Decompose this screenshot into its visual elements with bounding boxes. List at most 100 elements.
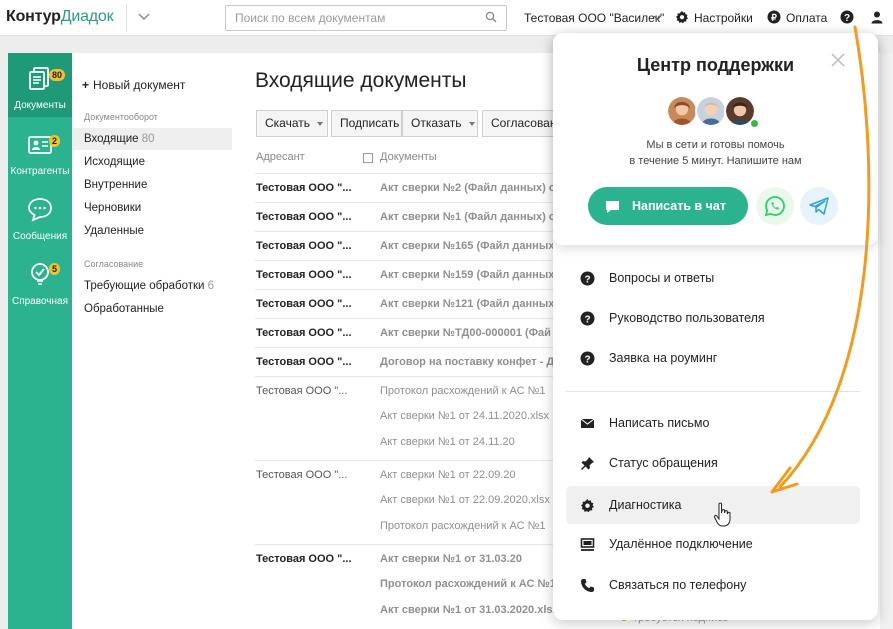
chevron-down-icon[interactable]	[653, 13, 662, 22]
app-logo[interactable]: КонтурДиадок	[6, 8, 114, 26]
payment-icon[interactable]: ₽	[767, 10, 781, 24]
monitor-icon	[580, 538, 595, 551]
scrollbar[interactable]	[880, 53, 893, 629]
question-icon: ?	[580, 271, 595, 286]
approval-button[interactable]: Согласовани	[482, 110, 562, 137]
nav-item-deleted[interactable]: Удаленные	[84, 225, 144, 237]
payment-link[interactable]: Оплата	[786, 11, 827, 25]
table-row[interactable]: Тестовая ООО "... Акт сверки №159 (Файл д…	[255, 260, 562, 289]
whatsapp-icon	[764, 196, 785, 217]
row-sender: Тестовая ООО "...	[256, 269, 352, 281]
menu-item-call[interactable]: Связаться по телефону	[566, 566, 860, 604]
nav-item-count: 80	[141, 133, 155, 145]
org-selector[interactable]: Тестовая ООО "Василек"	[524, 11, 664, 25]
caret-down-icon	[317, 121, 323, 126]
rail-item-contractors[interactable]: 2 Контрагенты	[8, 119, 72, 183]
logo-part1: Контур	[6, 8, 61, 25]
table-row[interactable]: Тестовая ООО "... Акт сверки №165 (Файл д…	[255, 231, 562, 260]
menu-item-label: Удалённое подключение	[609, 537, 753, 551]
write-to-chat-button[interactable]: Написать в чат	[588, 187, 748, 225]
rail-item-messages[interactable]: Сообщения	[8, 184, 72, 248]
rail-item-help-center[interactable]: 5 Справочная	[8, 249, 72, 313]
menu-item-label: Заявка на роуминг	[609, 351, 718, 365]
reject-button[interactable]: Отказать	[402, 110, 478, 137]
nav-item-label: Требующие обработки	[84, 280, 205, 292]
download-button[interactable]: Скачать	[256, 110, 328, 137]
table-row[interactable]: Тестовая ООО "... Акт сверки №2 (Файл дан…	[255, 173, 562, 202]
nav-item-drafts[interactable]: Черновики	[84, 202, 141, 214]
help-icon[interactable]: ?	[840, 10, 854, 24]
table-row[interactable]: Тестовая ООО "... Акт сверки №ТД00-000001…	[255, 318, 562, 347]
table-row[interactable]: Акт сверки №1 от 24.11.20	[255, 428, 562, 457]
table-row[interactable]: Акт сверки №1 от 22.09.2020.xlsx	[255, 486, 562, 515]
menu-item-remote-connection[interactable]: Удалённое подключение	[566, 525, 860, 563]
nav-item-incoming[interactable]: Входящие 80	[84, 133, 155, 145]
rail-item-documents[interactable]: 80 Документы	[8, 53, 72, 117]
menu-item-user-guide[interactable]: ? Руководство пользователя	[566, 299, 860, 337]
table-row[interactable]: Акт сверки №1 от 31.03.2020.xlsx	[255, 596, 562, 625]
column-header-documents[interactable]: Документы	[380, 151, 437, 163]
table-row[interactable]: Тестовая ООО "... Договор на поставку кон…	[255, 347, 562, 376]
settings-link[interactable]: Настройки	[694, 11, 753, 25]
table-row[interactable]: Тестовая ООО "... Акт сверки №1 от 22.09.…	[255, 460, 562, 489]
support-subtitle-line2: в течение 5 минут. Напишите нам	[629, 155, 802, 167]
nav-item-processed[interactable]: Обработанные	[84, 303, 164, 315]
row-document: Протокол расхождений к АС №1	[380, 520, 546, 532]
row-document: Акт сверки №165 (Файл данных)	[380, 240, 558, 252]
svg-text:?: ?	[584, 355, 590, 366]
logo-part2: Диадок	[60, 8, 114, 25]
menu-item-roaming[interactable]: ? Заявка на роуминг	[566, 339, 860, 377]
table-row[interactable]: Тестовая ООО "... Акт сверки №1 от 31.03.…	[255, 544, 562, 573]
table-row[interactable]: Тестовая ООО "... Протокол расхождений к …	[255, 376, 562, 405]
question-icon: ?	[580, 351, 595, 366]
folder-nav: + Новый документ Документооборот Входящие…	[72, 53, 232, 629]
row-document: Акт сверки №ТД00-000001 (Фай	[380, 327, 551, 339]
menu-item-request-status[interactable]: Статус обращения	[566, 444, 860, 482]
nav-item-internal[interactable]: Внутренние	[84, 179, 147, 191]
telegram-button[interactable]	[800, 187, 838, 225]
online-indicator	[750, 119, 759, 128]
table-row[interactable]: Акт сверки №1 от 24.11.2020.xlsx	[255, 402, 562, 431]
table-row[interactable]: Протокол расхождений к АС №1	[255, 512, 562, 541]
row-sender: Тестовая ООО "...	[256, 298, 352, 310]
nav-item-needs-processing[interactable]: Требующие обработки 6	[84, 280, 214, 292]
gear-icon[interactable]	[675, 10, 689, 24]
sign-button[interactable]: Подписать	[331, 110, 402, 137]
nav-group-approval: Согласование	[84, 259, 144, 269]
hand-cursor-icon	[713, 502, 731, 527]
close-icon[interactable]	[830, 52, 846, 68]
reject-label: Отказать	[411, 116, 462, 130]
table-row[interactable]: Тестовая ООО "... Акт сверки №1 (Файл дан…	[255, 202, 562, 231]
search-input[interactable]	[225, 5, 507, 31]
avatar	[695, 95, 727, 127]
row-document: Акт сверки №1 от 24.11.2020.xlsx	[380, 410, 550, 422]
menu-item-label: Вопросы и ответы	[609, 271, 715, 285]
table-row[interactable]: Тестовая ООО "... Акт сверки №121 (Файл д…	[255, 289, 562, 318]
chevron-down-icon[interactable]	[137, 9, 151, 23]
menu-divider	[566, 391, 860, 392]
new-document-button[interactable]: + Новый документ	[82, 78, 185, 92]
row-sender: Тестовая ООО "...	[256, 211, 352, 223]
nav-item-outgoing[interactable]: Исходящие	[84, 156, 145, 168]
menu-item-write-letter[interactable]: Написать письмо	[566, 404, 860, 442]
rail-item-label: Контрагенты	[10, 166, 70, 177]
whatsapp-button[interactable]	[756, 187, 794, 225]
row-document: Акт сверки №1 от 31.03.20	[380, 553, 522, 565]
select-all-checkbox[interactable]	[363, 153, 373, 163]
contractors-badge: 2	[49, 135, 61, 147]
svg-text:?: ?	[844, 13, 850, 24]
menu-item-label: Статус обращения	[609, 456, 718, 470]
user-icon[interactable]	[870, 10, 884, 24]
pin-icon	[581, 457, 594, 470]
row-sender: Тестовая ООО "...	[256, 385, 348, 397]
search-icon[interactable]	[485, 11, 497, 23]
row-document: Акт сверки №1 от 31.03.2020.xlsx	[380, 604, 559, 616]
row-sender: Тестовая ООО "...	[256, 553, 352, 565]
row-document: Акт сверки №121 (Файл данных)	[380, 298, 558, 310]
column-header-sender[interactable]: Адресант	[256, 151, 305, 163]
support-subtitle-line1: Мы в сети и готовы помочь	[646, 139, 785, 151]
menu-item-label: Руководство пользователя	[609, 311, 765, 325]
main-rail: 80 Документы 2 Контрагенты Сообщения 5 С…	[8, 53, 72, 629]
table-row[interactable]: Протокол расхождений к АС №1	[255, 570, 562, 599]
menu-item-faq[interactable]: ? Вопросы и ответы	[566, 259, 860, 297]
